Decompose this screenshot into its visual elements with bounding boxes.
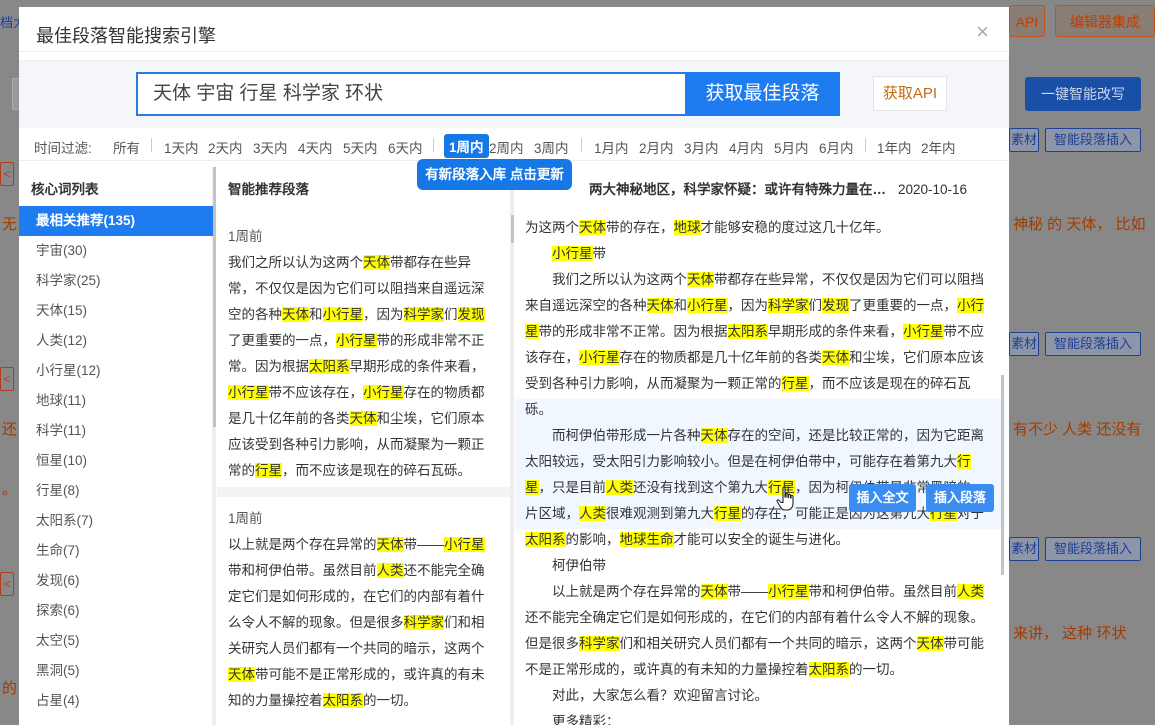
filter-option[interactable]: 5月内 bbox=[774, 137, 809, 157]
card-text: 以上就是两个存在异常的天体带——小行星带和柯伊伯带。虽然目前人类还不能完全确定它… bbox=[228, 537, 485, 708]
article-subheading[interactable]: 小行星带 bbox=[525, 241, 991, 267]
article-title: 两大神秘地区，科学家怀疑：或许有特殊力量在… bbox=[589, 182, 886, 197]
filter-option[interactable]: 2周内 bbox=[489, 137, 524, 157]
filter-option[interactable]: 3月内 bbox=[684, 137, 719, 157]
keyword-item[interactable]: 恒星(10) bbox=[19, 446, 213, 476]
keyword-item[interactable]: 天体(15) bbox=[19, 296, 213, 326]
keyword-scrollbar[interactable] bbox=[213, 167, 216, 725]
filter-option[interactable]: 2天内 bbox=[208, 137, 243, 157]
bg-insert-tag[interactable]: 智能段落插入 bbox=[1045, 128, 1141, 152]
bg-fragment: 无 bbox=[2, 216, 18, 233]
new-paragraph-update-tip[interactable]: 有新段落入库 点击更新 bbox=[417, 159, 572, 190]
keyword-item[interactable]: 太阳系(7) bbox=[19, 506, 213, 536]
paragraph-card[interactable]: 1周前 以上就是两个存在异常的天体带——小行星带和柯伊伯带。虽然目前人类还不能完… bbox=[228, 506, 494, 714]
bg-editor-integration-button[interactable]: 编辑器集成 bbox=[1055, 5, 1155, 37]
bg-insert-tag[interactable]: 智能段落插入 bbox=[1045, 332, 1141, 356]
filter-option[interactable]: 6月内 bbox=[819, 137, 854, 157]
keyword-item[interactable]: 生命(7) bbox=[19, 536, 213, 566]
filter-option[interactable]: 3周内 bbox=[534, 137, 569, 157]
insert-full-text-button[interactable]: 插入全文 bbox=[849, 484, 916, 512]
article-panel: 两大神秘地区，科学家怀疑：或许有特殊力量在… 2020-10-16 为这两个天体带… bbox=[515, 167, 1009, 725]
article-paragraph-hovered[interactable]: 而柯伊伯带形成一片各种天体存在的空间，还是比较正常的，因为它距离太阳较远，受太阳… bbox=[525, 423, 991, 553]
recommend-header: 智能推荐段落 bbox=[228, 182, 309, 197]
filter-option[interactable]: 4月内 bbox=[729, 137, 764, 157]
keyword-list-header: 核心词列表 bbox=[31, 182, 99, 197]
article-header: 两大神秘地区，科学家怀疑：或许有特殊力量在… 2020-10-16 bbox=[589, 178, 967, 198]
card-text: 我们之所以认为这两个天体带都存在些异常，不仅仅是因为它们可以阻挡来自遥远深空的各… bbox=[228, 255, 485, 478]
get-api-button[interactable]: 获取API bbox=[873, 76, 947, 111]
bg-article-text: 有不少 人类 还没有 bbox=[1013, 421, 1142, 438]
card-time: 1周前 bbox=[228, 511, 263, 526]
paragraph-card[interactable]: 1周前 我们之所以认为这两个天体带都存在些异常，不仅仅是因为它们可以阻挡来自遥远… bbox=[228, 224, 494, 484]
close-icon[interactable]: × bbox=[976, 21, 989, 43]
modal-title: 最佳段落智能搜索引擎 bbox=[36, 26, 216, 46]
keyword-item[interactable]: 行星(8) bbox=[19, 476, 213, 506]
filter-option[interactable]: 3天内 bbox=[253, 137, 288, 157]
time-filter-label: 时间过滤: bbox=[34, 141, 92, 156]
get-best-paragraph-button[interactable]: 获取最佳段落 bbox=[685, 72, 840, 116]
keyword-list-panel: 核心词列表 最相关推荐(135) 宇宙(30) 科学家(25) 天体(15) 人… bbox=[19, 167, 213, 725]
insert-paragraph-button[interactable]: 插入段落 bbox=[926, 484, 994, 512]
time-filter-bar: 时间过滤: 所有 1天内 2天内 3天内 4天内 5天内 6天内 1周内 2周内… bbox=[19, 129, 1009, 161]
article-paragraph[interactable]: 为这两个天体带的存在，地球才能够安稳的度过这几十亿年。 bbox=[525, 215, 991, 241]
bg-chip[interactable]: < bbox=[0, 367, 14, 391]
filter-option[interactable]: 2月内 bbox=[639, 137, 674, 157]
keyword-item[interactable]: 黑洞(5) bbox=[19, 656, 213, 686]
filter-option[interactable]: 5天内 bbox=[343, 137, 378, 157]
bg-api-button[interactable]: API bbox=[1009, 5, 1045, 37]
bg-material-tag[interactable]: 素材 bbox=[1009, 332, 1039, 356]
bg-material-tag[interactable]: 素材 bbox=[1009, 128, 1039, 152]
keyword-item[interactable]: 占星(4) bbox=[19, 686, 213, 716]
keyword-item[interactable]: 人类(12) bbox=[19, 326, 213, 356]
filter-option[interactable]: 所有 bbox=[113, 137, 140, 157]
bg-material-tag[interactable]: 素材 bbox=[1009, 537, 1039, 561]
article-scrollbar[interactable] bbox=[1001, 375, 1004, 575]
article-paragraph[interactable]: 我们之所以认为这两个天体带都存在些异常，不仅仅是因为它们可以阻挡来自遥远深空的各… bbox=[525, 267, 991, 423]
bg-chip[interactable]: < bbox=[0, 162, 14, 186]
keyword-item[interactable]: 探索(6) bbox=[19, 596, 213, 626]
recommend-scrollbar[interactable] bbox=[511, 167, 514, 725]
bg-article-text: 神秘 的 天体， 比如 bbox=[1013, 216, 1146, 233]
article-body: 为这两个天体带的存在，地球才能够安稳的度过这几十亿年。 小行星带 我们之所以认为… bbox=[525, 215, 991, 725]
keyword-item-active[interactable]: 最相关推荐(135) bbox=[19, 206, 213, 236]
bg-fragment: 的 bbox=[2, 680, 18, 697]
filter-option[interactable]: 2年内 bbox=[921, 137, 956, 157]
filter-option[interactable]: 1年内 bbox=[877, 137, 912, 157]
bg-article-text: 来讲， 这种 环状 bbox=[1013, 625, 1127, 642]
filter-option[interactable]: 1天内 bbox=[164, 137, 199, 157]
article-paragraph[interactable]: 以上就是两个存在异常的天体带——小行星带和柯伊伯带。虽然目前人类还不能完全确定它… bbox=[525, 579, 991, 683]
bg-chip[interactable]: < bbox=[0, 572, 14, 596]
keyword-item[interactable]: 科学(11) bbox=[19, 416, 213, 446]
bg-fragment: 还 bbox=[2, 421, 18, 438]
keyword-item[interactable]: 宇宙(30) bbox=[19, 236, 213, 266]
keyword-item[interactable]: 发现(6) bbox=[19, 566, 213, 596]
recommend-panel: 智能推荐段落 1周前 我们之所以认为这两个天体带都存在些异常，不仅仅是因为它们可… bbox=[217, 167, 511, 725]
keyword-item[interactable]: 科学家(25) bbox=[19, 266, 213, 296]
search-modal: 最佳段落智能搜索引擎 × 天体 宇宙 行星 科学家 环状 获取最佳段落 获取AP… bbox=[19, 7, 1009, 725]
filter-option[interactable]: 1月内 bbox=[594, 137, 629, 157]
keyword-item[interactable]: 太空(5) bbox=[19, 626, 213, 656]
modal-header: 最佳段落智能搜索引擎 × bbox=[19, 7, 1009, 61]
search-bar: 天体 宇宙 行星 科学家 环状 获取最佳段落 获取API bbox=[19, 61, 1009, 128]
bg-fragment: 。 bbox=[2, 481, 18, 498]
search-input[interactable]: 天体 宇宙 行星 科学家 环状 bbox=[136, 72, 685, 116]
article-subheading[interactable]: 柯伊伯带 bbox=[525, 553, 991, 579]
filter-option[interactable]: 4天内 bbox=[298, 137, 333, 157]
filter-option[interactable]: 6天内 bbox=[388, 137, 423, 157]
hand-cursor-icon bbox=[776, 486, 794, 511]
card-time: 1周前 bbox=[228, 229, 263, 244]
filter-option-selected[interactable]: 1周内 bbox=[444, 134, 489, 158]
article-paragraph[interactable]: 更多精彩： bbox=[525, 709, 991, 725]
article-date: 2020-10-16 bbox=[898, 182, 968, 197]
bg-insert-tag[interactable]: 智能段落插入 bbox=[1045, 537, 1141, 561]
keyword-item[interactable]: 小行星(12) bbox=[19, 356, 213, 386]
bg-rewrite-button[interactable]: 一键智能改写 bbox=[1025, 77, 1141, 111]
keyword-item[interactable]: 地球(11) bbox=[19, 386, 213, 416]
article-paragraph[interactable]: 对此，大家怎么看？欢迎留言讨论。 bbox=[525, 683, 991, 709]
